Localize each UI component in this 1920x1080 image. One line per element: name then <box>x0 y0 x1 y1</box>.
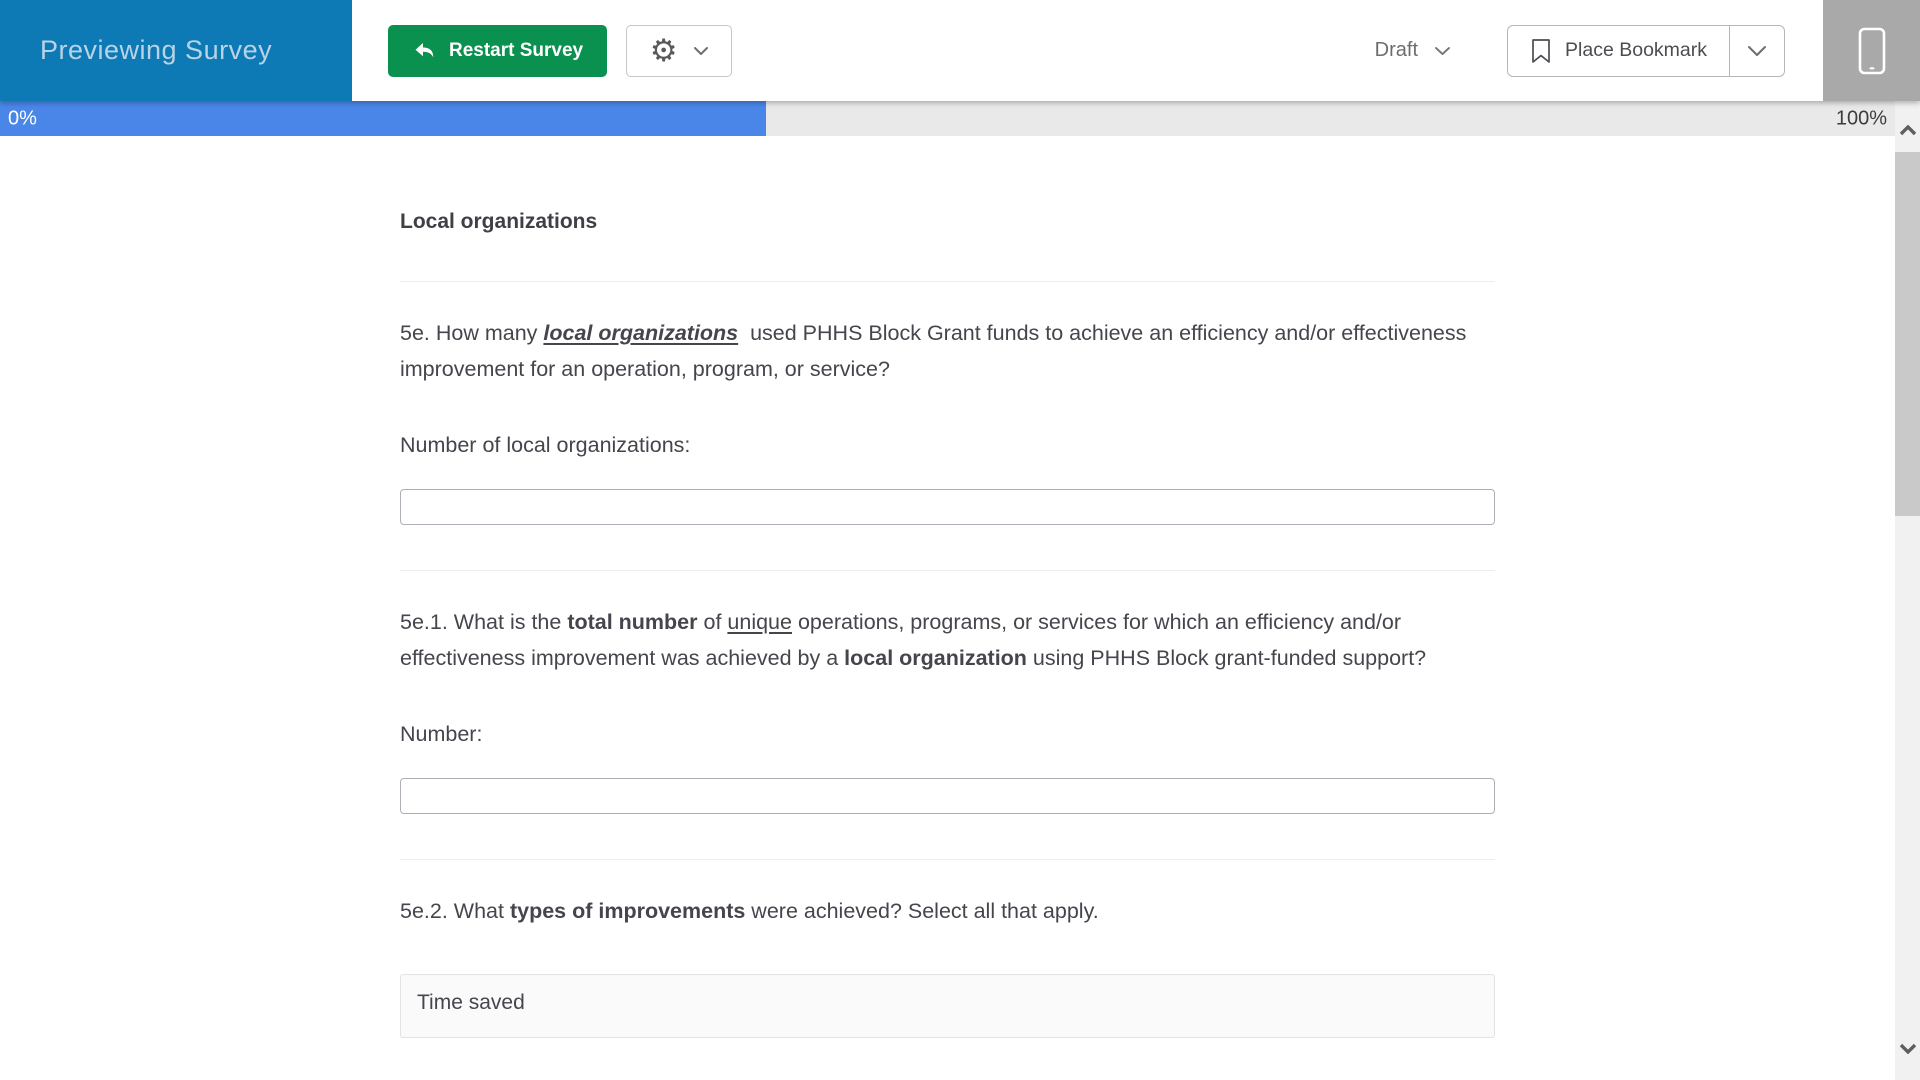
scroll-up-button[interactable] <box>1895 109 1920 151</box>
chevron-down-icon <box>693 46 708 55</box>
chevron-down-icon <box>1748 45 1766 56</box>
progress-fill <box>0 101 766 136</box>
question-text: 5e.1. What is the total number of unique… <box>400 610 1427 670</box>
bookmark-dropdown-toggle[interactable] <box>1730 26 1784 76</box>
chevron-down-icon <box>1899 1043 1916 1054</box>
restart-survey-button[interactable]: Restart Survey <box>388 24 608 77</box>
progress-start-label: 0% <box>8 107 37 129</box>
question-separator <box>400 570 1495 571</box>
place-bookmark-label: Place Bookmark <box>1565 39 1707 61</box>
question-separator <box>400 859 1495 860</box>
choice-option-label: Time saved <box>417 991 525 1014</box>
bookmark-icon <box>1532 38 1550 63</box>
local-organizations-count-input[interactable] <box>400 489 1495 525</box>
scrollbar-thumb[interactable] <box>1895 152 1920 516</box>
restart-icon <box>415 42 434 57</box>
vertical-scrollbar <box>1895 101 1920 1080</box>
question-5e2: 5e.2. What types of improvements were ac… <box>400 893 1495 1038</box>
survey-page: Local organizations 5e. How many local o… <box>0 136 1895 1080</box>
preview-toolbar: Restart Survey ⚙ Draft Place Bookmark <box>352 0 1823 101</box>
mobile-preview-toggle[interactable] <box>1823 0 1920 101</box>
survey-column: Local organizations 5e. How many local o… <box>400 208 1495 1038</box>
place-bookmark-button[interactable]: Place Bookmark <box>1508 25 1730 76</box>
place-bookmark-button-group: Place Bookmark <box>1507 24 1785 77</box>
mobile-device-icon <box>1858 27 1885 74</box>
question-separator <box>400 281 1495 282</box>
progress-bar: 0% 100% <box>0 101 1895 136</box>
question-text: 5e.2. What types of improvements were ac… <box>400 899 1099 923</box>
progress-end-label: 100% <box>1835 107 1887 129</box>
survey-preview-window: Previewing Survey Restart Survey ⚙ Draft <box>0 0 1920 1080</box>
chevron-down-icon <box>1435 46 1451 55</box>
chevron-up-icon <box>1899 124 1916 135</box>
preview-header: Previewing Survey Restart Survey ⚙ Draft <box>0 0 1920 101</box>
question-text: 5e. How many local organizations used PH… <box>400 321 1467 381</box>
question-input-label: Number of local organizations: <box>400 433 691 457</box>
preview-options-button[interactable]: ⚙ <box>626 24 733 77</box>
draft-status-dropdown[interactable]: Draft <box>1375 39 1451 62</box>
draft-status-label: Draft <box>1374 39 1419 61</box>
choice-option-time-saved[interactable]: Time saved <box>400 974 1495 1038</box>
question-5e1: 5e.1. What is the total number of unique… <box>400 604 1495 814</box>
previewing-survey-banner: Previewing Survey <box>0 0 352 101</box>
question-input-label: Number: <box>400 722 483 746</box>
question-5e: 5e. How many local organizations used PH… <box>400 315 1495 525</box>
restart-survey-label: Restart Survey <box>449 39 584 61</box>
gear-icon: ⚙ <box>649 33 678 68</box>
scroll-down-button[interactable] <box>1895 1030 1920 1066</box>
unique-operations-count-input[interactable] <box>400 778 1495 814</box>
section-title: Local organizations <box>400 210 598 233</box>
previewing-survey-label: Previewing Survey <box>40 35 273 65</box>
